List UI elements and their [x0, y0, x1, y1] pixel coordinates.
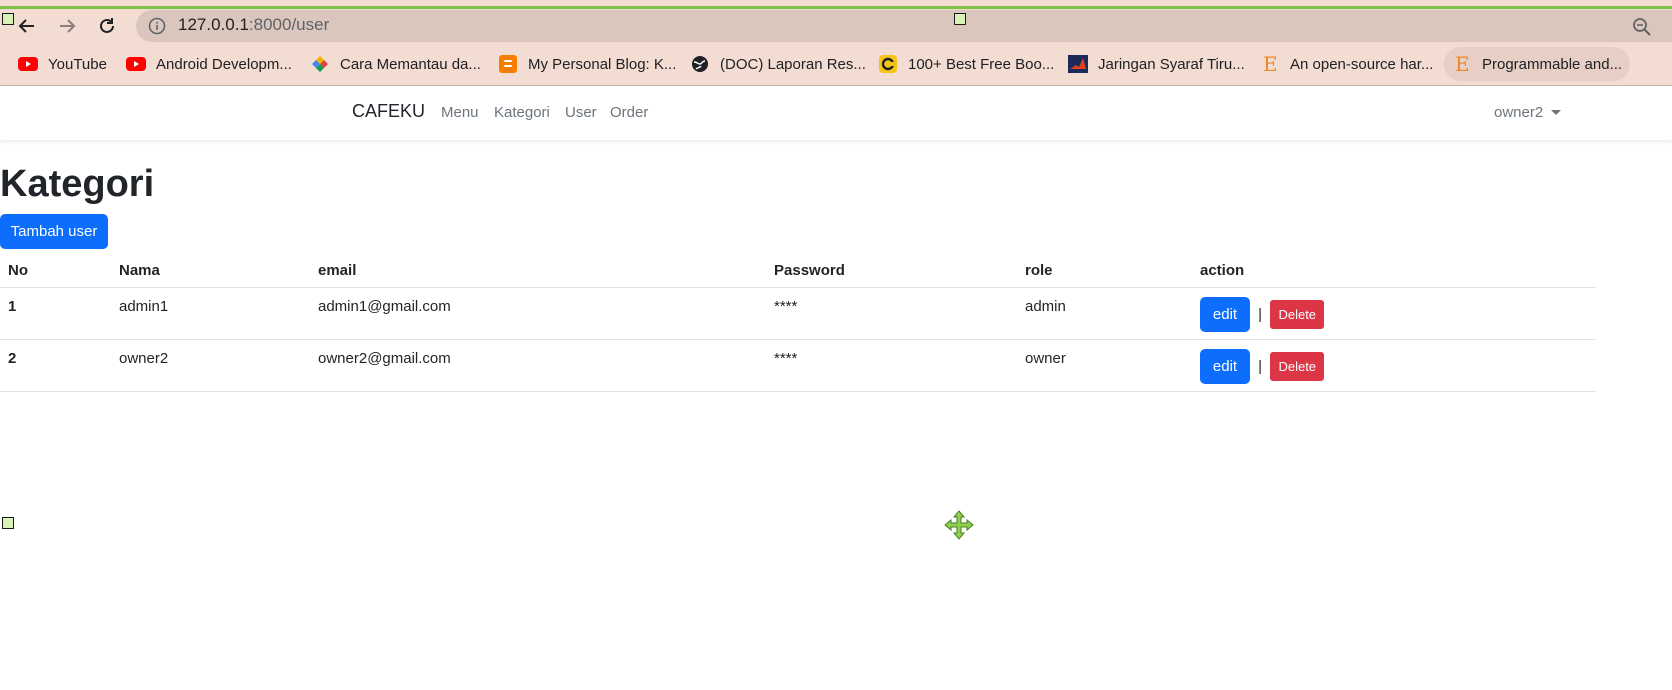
resize-handle-top-left[interactable] [2, 13, 14, 25]
table-row: 1 admin1 admin1@gmail.com **** admin edi… [0, 287, 1596, 340]
url-text[interactable]: 127.0.0.1:8000/user [178, 15, 329, 35]
bookmark-cara-memantau[interactable]: Cara Memantau da... [302, 47, 489, 81]
resize-handle-bottom-left[interactable] [2, 517, 14, 529]
app-navbar: CAFEKU Menu Kategori User Order owner2 [0, 86, 1672, 140]
info-icon[interactable] [148, 17, 166, 35]
cell-password: **** [766, 287, 1017, 340]
cell-email: owner2@gmail.com [310, 339, 766, 392]
bookmarks-bar: YouTube Android Developm... Cara Memanta… [0, 45, 1672, 85]
nav-link-user[interactable]: User [565, 104, 597, 121]
move-icon[interactable] [944, 510, 974, 540]
cell-actions: edit | Delete [1192, 339, 1596, 392]
reload-icon [100, 18, 114, 33]
svg-text:E: E [1455, 54, 1470, 74]
svg-text:E: E [1263, 54, 1278, 74]
bookmark-personal-blog[interactable]: My Personal Blog: K... [490, 47, 684, 81]
table-header-row: No Nama email Password role action [0, 254, 1596, 288]
e-logo-icon: E [1452, 54, 1472, 74]
delete-button[interactable]: Delete [1270, 299, 1325, 329]
delete-button[interactable]: Delete [1270, 351, 1325, 381]
nav-link-order[interactable]: Order [610, 104, 648, 121]
bookmark-label: Android Developm... [156, 55, 292, 73]
action-separator: | [1258, 357, 1263, 375]
nav-link-kategori[interactable]: Kategori [494, 104, 550, 121]
bookmark-android-dev[interactable]: Android Developm... [118, 47, 300, 81]
column-header-no: No [0, 254, 111, 288]
edit-button[interactable]: edit [1200, 296, 1250, 332]
bookmark-label: Jaringan Syaraf Tiru... [1098, 55, 1245, 73]
cell-password: **** [766, 339, 1017, 392]
page-title: Kategori [0, 163, 155, 205]
matlab-icon [1068, 54, 1088, 74]
bookmark-laporan[interactable]: (DOC) Laporan Res... [682, 47, 874, 81]
forward-button[interactable] [52, 11, 82, 41]
cell-nama: owner2 [111, 339, 310, 392]
arrow-right-icon [60, 19, 76, 33]
user-name: owner2 [1494, 104, 1544, 121]
caret-down-icon [1551, 110, 1562, 115]
bookmark-free-books[interactable]: 100+ Best Free Boo... [870, 47, 1062, 81]
bookmark-open-source[interactable]: E An open-source har... [1252, 47, 1441, 81]
cell-no: 2 [0, 339, 111, 392]
arrow-left-icon [18, 19, 34, 33]
bookmark-label: 100+ Best Free Boo... [908, 55, 1055, 73]
table-row: 2 owner2 owner2@gmail.com **** owner edi… [0, 339, 1596, 392]
address-bar[interactable]: 127.0.0.1:8000/user [136, 10, 1672, 42]
cell-role: owner [1017, 339, 1192, 392]
bookmark-youtube[interactable]: YouTube [10, 47, 115, 81]
c-logo-icon [878, 54, 898, 74]
youtube-icon [18, 54, 38, 74]
zoom-icon[interactable] [1632, 17, 1652, 37]
cell-email: admin1@gmail.com [310, 287, 766, 340]
column-header-email: email [310, 254, 766, 288]
bookmark-jaringan-syaraf[interactable]: Jaringan Syaraf Tiru... [1060, 47, 1253, 81]
e-logo-icon: E [1260, 54, 1280, 74]
bookmark-label: (DOC) Laporan Res... [720, 55, 866, 73]
edit-button[interactable]: edit [1200, 348, 1250, 384]
action-separator: | [1258, 305, 1263, 323]
bookmark-label: Cara Memantau da... [340, 55, 481, 73]
column-header-nama: Nama [111, 254, 310, 288]
bookmark-label: Programmable and... [1482, 55, 1623, 73]
reload-button[interactable] [92, 11, 122, 41]
browser-toolbar: 127.0.0.1:8000/user [0, 9, 1672, 45]
blogger-icon [498, 54, 518, 74]
bookmark-label: YouTube [48, 55, 107, 73]
youtube-icon [126, 54, 146, 74]
back-button[interactable] [12, 11, 42, 41]
bookmark-label: My Personal Blog: K... [528, 55, 677, 73]
column-header-action: action [1192, 254, 1596, 288]
globe-icon [690, 54, 710, 74]
browser-chrome: 127.0.0.1:8000/user YouTube Android Deve… [0, 0, 1672, 86]
cell-nama: admin1 [111, 287, 310, 340]
cell-no: 1 [0, 287, 111, 340]
column-header-role: role [1017, 254, 1192, 288]
column-header-password: Password [766, 254, 1017, 288]
diamond-logo-icon [310, 54, 330, 74]
users-table: No Nama email Password role action 1 adm… [0, 254, 1596, 392]
url-path: :8000/user [248, 15, 330, 34]
cell-role: admin [1017, 287, 1192, 340]
nav-link-menu[interactable]: Menu [441, 104, 479, 121]
user-dropdown[interactable]: owner2 [1494, 104, 1562, 121]
add-user-button[interactable]: Tambah user [0, 214, 108, 249]
cell-actions: edit | Delete [1192, 287, 1596, 340]
brand-logo[interactable]: CAFEKU [352, 101, 425, 122]
url-host: 127.0.0.1 [178, 15, 249, 34]
resize-handle-top-middle[interactable] [954, 13, 966, 25]
bookmark-label: An open-source har... [1290, 55, 1434, 73]
bookmark-programmable[interactable]: E Programmable and... [1444, 47, 1631, 81]
